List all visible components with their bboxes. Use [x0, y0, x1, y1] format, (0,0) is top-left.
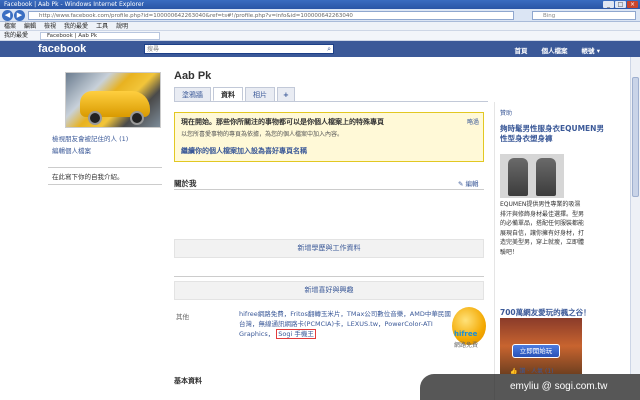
- menu-item-favorites[interactable]: 我的最愛: [64, 22, 88, 30]
- tab-divider: [174, 101, 488, 102]
- search-placeholder: 搜尋: [147, 46, 160, 53]
- get-started-subtext: 以您所喜愛事物的專頁為依據，為您的個人檔案中加入內容。: [181, 131, 344, 138]
- browser-search-input[interactable]: Bing: [532, 11, 636, 20]
- close-button[interactable]: ×: [627, 1, 638, 8]
- other-pages-text: hifree網路免費，Fritos翻轉玉米片，TMax公司數位音樂，AMD中華民…: [239, 309, 455, 339]
- ad2-play-button[interactable]: 立即開始玩: [512, 344, 560, 358]
- menu-item-help[interactable]: 說明: [116, 22, 128, 30]
- facebook-header: facebook 搜尋 ⌕ 首頁 個人檔案 帳號 ▾: [0, 41, 640, 57]
- menu-item-view[interactable]: 檢視: [44, 22, 56, 30]
- window-controls: _ □ ×: [603, 1, 638, 8]
- ad1-title[interactable]: 夠時髦男性服身衣EQUMEN男性型身衣塑身褲: [500, 124, 610, 144]
- top-nav: 首頁 個人檔案 帳號 ▾: [514, 45, 600, 55]
- tab-add[interactable]: +: [277, 87, 295, 101]
- favorites-bar: 我的最愛 Facebook | Aab Pk: [0, 31, 640, 41]
- wheel-shape: [88, 111, 102, 125]
- facebook-logo[interactable]: facebook: [38, 43, 86, 55]
- favorites-button[interactable]: 我的最愛: [4, 31, 28, 41]
- url-field[interactable]: http://www.facebook.com/profile.php?id=1…: [28, 11, 514, 20]
- other-label: 其他: [176, 313, 189, 321]
- page-scrollbar[interactable]: [630, 57, 640, 374]
- skip-link[interactable]: 略過: [467, 117, 479, 126]
- shirt-image: [508, 158, 528, 196]
- facebook-search-input[interactable]: 搜尋 ⌕: [144, 44, 334, 54]
- get-started-link[interactable]: 繼續你的個人檔案加入設為喜好專頁名稱: [181, 146, 477, 156]
- other-pages-list[interactable]: hifree網路免費，Fritos翻轉玉米片，TMax公司數位音樂，AMD中華民…: [239, 310, 451, 338]
- menu-bar: 檔案 編輯 檢視 我的最愛 工具 說明: [0, 22, 640, 31]
- browser-tab[interactable]: Facebook | Aab Pk: [40, 32, 160, 40]
- nav-profile[interactable]: 個人檔案: [541, 45, 567, 55]
- bio-box[interactable]: 在此寫下你的自我介紹。: [48, 167, 162, 185]
- sogi-highlight[interactable]: Sogi 手機王: [276, 329, 316, 339]
- profile-photo[interactable]: [65, 72, 161, 128]
- tab-info[interactable]: 資料: [213, 87, 243, 101]
- friends-link[interactable]: 檢視朋友會被記住的人 (1): [52, 133, 128, 145]
- about-heading: 關於我: [174, 179, 197, 188]
- get-started-box: 現在開始。那些你所關注的事物都可以是你個人檔案上的特殊專頁 以您所喜愛事物的專頁…: [174, 112, 484, 162]
- window-title: Facebook | Aab Pk - Windows Internet Exp…: [4, 1, 145, 8]
- hifree-sub: 網路免費: [454, 342, 479, 349]
- section-divider: [174, 276, 484, 277]
- scrollbar-thumb[interactable]: [632, 77, 639, 197]
- profile-name: Aab Pk: [174, 70, 212, 82]
- window-titlebar: Facebook | Aab Pk - Windows Internet Exp…: [0, 0, 640, 9]
- menu-item-edit[interactable]: 編輯: [24, 22, 36, 30]
- search-icon[interactable]: ⌕: [327, 45, 331, 54]
- wheel-shape: [130, 111, 144, 125]
- get-started-heading: 現在開始。那些你所關注的事物都可以是你個人檔案上的特殊專頁: [181, 118, 384, 126]
- hifree-label: hifree: [454, 330, 478, 338]
- nav-home[interactable]: 首頁: [514, 45, 527, 55]
- profile-tabs: 塗鴉牆 資料 相片 +: [174, 87, 295, 101]
- back-icon[interactable]: ◀: [2, 10, 13, 21]
- watermark: emyliu @ sogi.com.tw: [420, 374, 640, 400]
- ad1-body: EQUMEN提供男性專業的吸濕排汗與修飾身材最佳選擇。型男的必備單品，搭配任何服…: [500, 201, 585, 256]
- edit-about-link[interactable]: ✎ 編輯: [458, 178, 479, 188]
- tab-wall[interactable]: 塗鴉牆: [174, 87, 211, 101]
- add-likes-button[interactable]: 新增喜好與興趣: [174, 281, 484, 300]
- watermark-text: emyliu @ sogi.com.tw: [510, 381, 608, 392]
- address-bar: ◀ ▶ http://www.facebook.com/profile.php?…: [0, 9, 640, 22]
- nav-account[interactable]: 帳號 ▾: [581, 45, 600, 55]
- ad1-image[interactable]: [500, 154, 564, 198]
- tab-photos[interactable]: 相片: [245, 87, 275, 101]
- edit-profile-link[interactable]: 編輯個人檔案: [52, 145, 128, 157]
- basic-info-heading: 基本資料: [174, 377, 202, 385]
- sponsored-label: 贊助: [500, 110, 513, 117]
- forward-icon[interactable]: ▶: [14, 10, 25, 21]
- ad2-title[interactable]: 700萬網友愛玩的楓之谷！: [500, 307, 591, 318]
- minimize-button[interactable]: _: [603, 1, 614, 8]
- add-education-button[interactable]: 新增學歷與工作資料: [174, 239, 484, 258]
- left-links: 檢視朋友會被記住的人 (1) 編輯個人檔案: [52, 133, 128, 157]
- menu-item-file[interactable]: 檔案: [4, 22, 16, 30]
- menu-item-tools[interactable]: 工具: [96, 22, 108, 30]
- shirt-image: [536, 158, 556, 196]
- maximize-button[interactable]: □: [615, 1, 626, 8]
- section-divider: [174, 189, 484, 190]
